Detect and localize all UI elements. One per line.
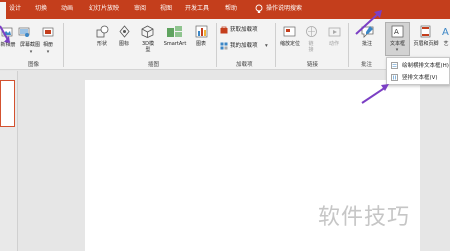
shapes-icon[interactable] — [96, 25, 109, 38]
powerpoint-window: 设计 切换 动画 幻灯片放映 审阅 视图 开发工具 帮助 操作说明搜索 新相册 … — [0, 0, 450, 251]
horizontal-textbox-icon — [391, 62, 398, 69]
header-footer-button[interactable]: 页眉和页脚 — [411, 41, 441, 47]
group-divider — [275, 23, 276, 67]
shapes-button[interactable]: 形状 — [94, 41, 110, 47]
svg-text:A: A — [442, 27, 449, 38]
link-button[interactable]: 链接 — [307, 41, 315, 53]
link-icon[interactable] — [305, 25, 318, 38]
vertical-textbox-icon — [391, 74, 398, 81]
comment-button[interactable]: 批注 — [359, 41, 375, 47]
tab-slideshow[interactable]: 幻灯片放映 — [89, 5, 119, 13]
menu-item-horizontal-textbox[interactable]: 绘制横排文本框(H) — [387, 60, 450, 72]
slide-thumbnail-1[interactable] — [0, 80, 15, 127]
my-addins-chevron-icon[interactable]: ▾ — [265, 43, 268, 50]
icons-button[interactable]: 图标 — [117, 41, 131, 47]
menu-item-label: 绘制横排文本框(H) — [402, 63, 449, 69]
menu-item-vertical-textbox[interactable]: 竖排文本框(V) — [387, 72, 450, 84]
textbox-icon[interactable]: A — [391, 25, 404, 38]
picture-icon[interactable] — [1, 26, 13, 38]
tab-help[interactable]: 帮助 — [225, 5, 237, 13]
illustrations-group-label: 插图 — [148, 62, 160, 68]
textbox-dropdown-menu: 绘制横排文本框(H) 竖排文本框(V) — [386, 57, 450, 85]
textbox-chevron-icon[interactable]: ▾ — [392, 47, 402, 53]
album-icon[interactable] — [42, 26, 54, 38]
svg-text:A: A — [394, 28, 399, 36]
tab-design[interactable]: 设计 — [9, 5, 21, 13]
chart-icon[interactable] — [195, 25, 208, 38]
chart-button[interactable]: 图表 — [193, 41, 209, 47]
tab-developer[interactable]: 开发工具 — [185, 5, 209, 13]
images-group-label: 图像 — [28, 62, 40, 68]
group-divider — [63, 23, 64, 67]
model-3d-button[interactable]: 3D模型 — [141, 41, 155, 53]
album-dropdown-chevron-icon[interactable]: ▾ — [42, 49, 54, 55]
icons-icon[interactable] — [118, 25, 131, 38]
header-footer-icon[interactable] — [420, 25, 431, 38]
smartart-button[interactable]: SmartArt — [160, 41, 190, 47]
album-button[interactable]: 相册 — [40, 42, 56, 48]
smartart-icon[interactable] — [166, 25, 184, 38]
tab-animations[interactable]: 动画 — [61, 5, 73, 13]
wordart-icon[interactable]: A — [442, 25, 450, 38]
comment-icon[interactable] — [361, 25, 374, 38]
lightbulb-icon — [255, 4, 263, 13]
store-icon[interactable] — [220, 26, 228, 34]
tab-transitions[interactable]: 切换 — [35, 5, 47, 13]
get-addins-button[interactable]: 获取加载项 — [230, 27, 258, 34]
my-addins-button[interactable]: 我的加载项 — [230, 43, 258, 50]
action-icon[interactable] — [328, 25, 341, 38]
addins-group-label: 加载项 — [236, 62, 253, 68]
my-addins-icon[interactable] — [220, 42, 228, 50]
zoom-button[interactable]: 缩放定位 — [280, 41, 300, 47]
group-divider — [348, 23, 349, 67]
links-group-label: 链接 — [307, 62, 319, 68]
tell-me-search[interactable]: 操作说明搜索 — [266, 5, 302, 13]
screenshot-icon[interactable] — [18, 26, 30, 38]
menu-item-label: 竖排文本框(V) — [402, 75, 438, 81]
wordart-button-partial[interactable]: 艺 — [442, 41, 450, 47]
comments-group-label: 批注 — [361, 62, 373, 68]
zoom-icon[interactable] — [283, 25, 296, 38]
new-photo-album-button[interactable]: 新相册 — [0, 42, 16, 48]
tab-insert-active[interactable] — [0, 2, 6, 19]
group-divider — [216, 23, 217, 67]
action-button[interactable]: 动作 — [326, 41, 342, 47]
tab-review[interactable]: 审阅 — [134, 5, 146, 13]
tab-view[interactable]: 视图 — [160, 5, 172, 13]
watermark-text: 软件技巧 — [318, 205, 411, 230]
screenshot-dropdown-chevron-icon[interactable]: ▾ — [21, 49, 41, 55]
cube-3d-icon[interactable] — [141, 25, 154, 38]
ribbon-tab-bar: 设计 切换 动画 幻灯片放映 审阅 视图 开发工具 帮助 操作说明搜索 — [0, 0, 450, 19]
